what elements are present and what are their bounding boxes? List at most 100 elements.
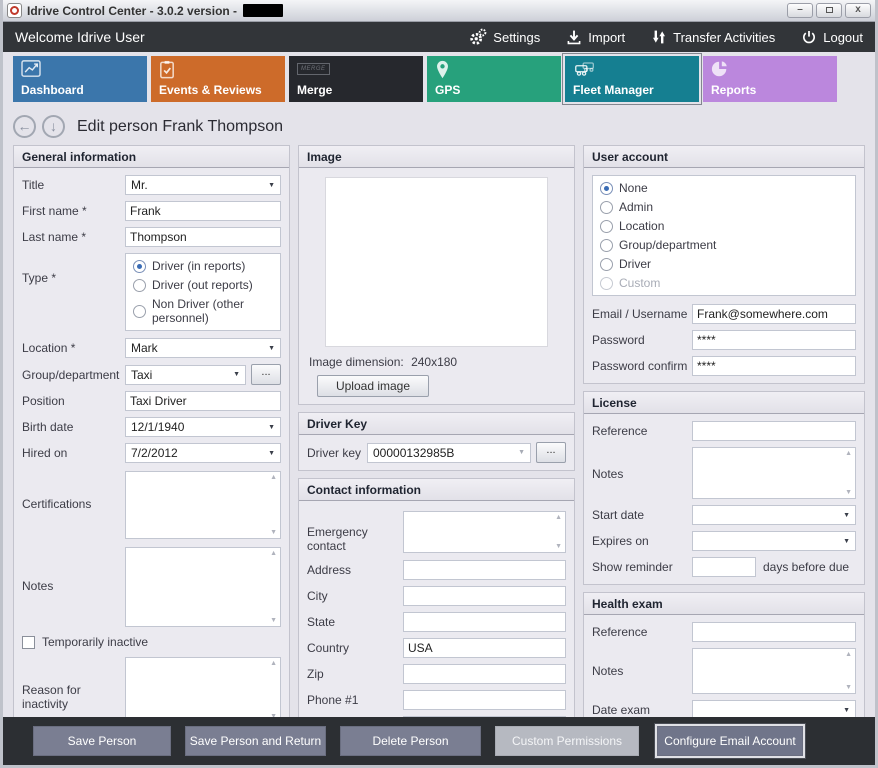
address-input[interactable] [403,560,566,580]
health-reference-label: Reference [592,625,692,639]
scroll-up-icon: ▲ [845,651,852,658]
tab-reports[interactable]: Reports [703,56,837,102]
delete-person-button[interactable]: Delete Person [340,726,481,756]
down-button[interactable]: ↓ [42,115,65,138]
tab-fleet-manager[interactable]: Fleet Manager [565,56,699,102]
contact-information-header: Contact information [299,479,574,501]
zip-input[interactable] [403,664,566,684]
driver-key-more-button[interactable]: ... [536,442,566,463]
license-reminder-input[interactable] [692,557,756,577]
birth-date-select[interactable]: 12/1/1940 ▼ [125,417,281,437]
chevron-down-icon: ▼ [268,345,275,352]
country-input[interactable] [403,638,566,658]
import-button[interactable]: Import [566,28,625,46]
radio-admin[interactable]: Admin [600,200,848,214]
title-bar: Idrive Control Center - 3.0.2 version - … [3,0,875,22]
date-exam-label: Date exam [592,703,692,717]
person-image-placeholder [325,177,548,347]
emergency-contact-textarea[interactable]: ▲ ▼ [403,511,566,553]
position-input[interactable] [125,391,281,411]
window-title: Idrive Control Center - 3.0.2 version - [27,4,237,18]
notes-textarea[interactable]: ▲ ▼ [125,547,281,627]
health-notes-textarea[interactable]: ▲ ▼ [692,648,856,694]
license-reminder-suffix: days before due [763,560,849,574]
general-information-header: General information [14,146,289,168]
settings-label: Settings [493,30,540,45]
radio-icon [600,182,613,195]
settings-button[interactable]: Settings [469,28,540,46]
radio-location-label: Location [619,219,664,233]
certifications-textarea[interactable]: ▲ ▼ [125,471,281,539]
title-select[interactable]: Mr. ▼ [125,175,281,195]
email-username-label: Email / Username [592,307,692,321]
title-label: Title [22,178,125,192]
maximize-button[interactable] [816,3,842,18]
chevron-down-icon: ▼ [268,182,275,189]
group-department-label: Group/department [22,368,125,382]
password-confirm-input[interactable] [692,356,856,376]
tab-merge[interactable]: MERGE Merge [289,56,423,102]
hired-on-value: 7/2/2012 [131,446,178,460]
driver-key-label: Driver key [307,446,367,460]
chevron-down-icon: ▼ [843,707,850,714]
configure-email-account-button[interactable]: Configure Email Account [657,726,803,756]
first-name-label: First name * [22,204,125,218]
birth-date-value: 12/1/1940 [131,420,184,434]
driver-key-select[interactable]: 00000132985B ▼ [367,443,531,463]
hired-on-select[interactable]: 7/2/2012 ▼ [125,443,281,463]
scroll-down-icon: ▼ [845,684,852,691]
license-reference-input[interactable] [692,421,856,441]
scroll-up-icon: ▲ [845,450,852,457]
tab-gps[interactable]: GPS [427,56,561,102]
transfer-activities-button[interactable]: Transfer Activities [651,28,775,46]
group-department-select[interactable]: Taxi ▼ [125,365,246,385]
password-input[interactable] [692,330,856,350]
save-person-and-return-button[interactable]: Save Person and Return [185,726,326,756]
expires-on-select[interactable]: ▼ [692,531,856,551]
start-date-label: Start date [592,508,692,522]
health-reference-input[interactable] [692,622,856,642]
logout-button[interactable]: Logout [801,28,863,46]
merge-logo-icon: MERGE [297,63,330,75]
last-name-input[interactable] [125,227,281,247]
start-date-select[interactable]: ▼ [692,505,856,525]
password-confirm-label: Password confirm [592,359,692,373]
minimize-button[interactable]: – [787,3,813,18]
chevron-down-icon: ▼ [268,450,275,457]
clipboard-check-icon [159,60,175,79]
location-select[interactable]: Mark ▼ [125,338,281,358]
group-department-more-button[interactable]: ... [251,364,281,385]
chevron-down-icon: ▼ [843,538,850,545]
driver-key-panel: Driver Key Driver key 00000132985B ▼ ... [298,412,575,471]
radio-group-department[interactable]: Group/department [600,238,848,252]
radio-driver[interactable]: Driver [600,257,848,271]
email-username-input[interactable] [692,304,856,324]
back-button[interactable]: ← [13,115,36,138]
city-input[interactable] [403,586,566,606]
radio-driver-in-reports[interactable]: Driver (in reports) [133,259,273,273]
radio-non-driver[interactable]: Non Driver (other personnel) [133,297,273,325]
map-pin-icon [435,60,450,80]
save-person-button[interactable]: Save Person [33,726,171,756]
license-notes-textarea[interactable]: ▲ ▼ [692,447,856,499]
radio-none[interactable]: None [600,181,848,195]
image-header: Image [299,146,574,168]
temporarily-inactive-checkbox[interactable] [22,636,35,649]
upload-image-button[interactable]: Upload image [317,375,429,397]
tab-events-reviews[interactable]: Events & Reviews [151,56,285,102]
close-button[interactable]: x [845,3,871,18]
expires-on-label: Expires on [592,534,692,548]
date-exam-select[interactable]: ▼ [692,700,856,717]
state-input[interactable] [403,612,566,632]
first-name-input[interactable] [125,201,281,221]
logout-label: Logout [823,30,863,45]
tab-dashboard[interactable]: Dashboard [13,56,147,102]
radio-driver-out-reports[interactable]: Driver (out reports) [133,278,273,292]
tab-merge-label: Merge [297,83,332,97]
phone1-input[interactable] [403,690,566,710]
user-account-header: User account [584,146,864,168]
custom-permissions-button: Custom Permissions [495,726,639,756]
radio-location[interactable]: Location [600,219,848,233]
zip-label: Zip [307,667,403,681]
reason-for-inactivity-textarea[interactable]: ▲ ▼ [125,657,281,717]
